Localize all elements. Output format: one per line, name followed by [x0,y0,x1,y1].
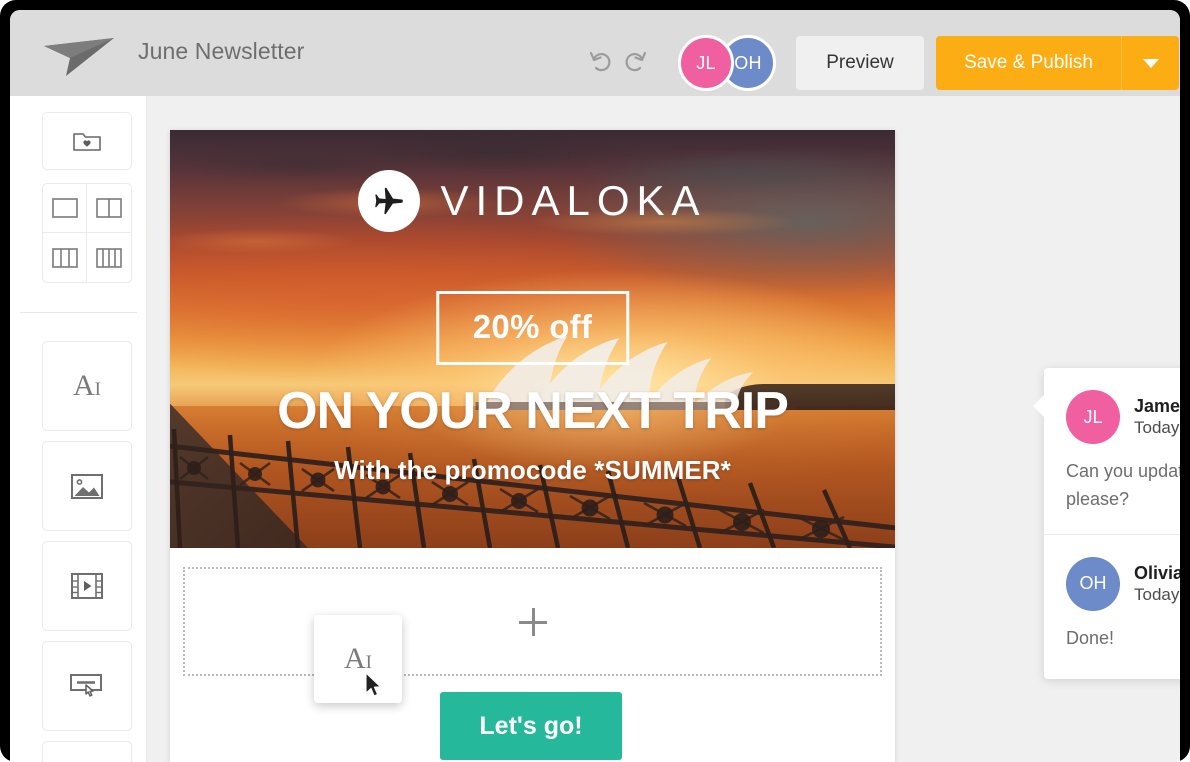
text-ai-icon: AI [73,369,101,402]
brand-name: VIDALOKA [440,177,707,224]
sidebar-item-text-block[interactable]: AI [42,341,132,431]
one-column-icon [51,198,78,218]
sidebar-divider [20,312,137,313]
layout-blocks-group [42,183,132,283]
redo-icon[interactable] [622,48,648,74]
avatar-initials: OH [1079,573,1107,594]
sidebar-item-layout-two-columns[interactable] [87,184,131,233]
comment-timestamp: Today at 5:43pm [1134,584,1180,604]
window-frame: June Newsletter JL OH Preview Save & Pub… [0,0,1190,762]
paper-plane-logo-icon[interactable] [40,32,118,76]
comment-author: James Lee [1134,396,1180,416]
three-column-icon [51,247,78,268]
page-title: June Newsletter [138,38,305,64]
comment-item[interactable]: JL James Lee Today at 5:41pm Can you upd… [1044,368,1180,534]
undo-icon[interactable] [588,48,614,74]
hero-headline[interactable]: ON YOUR NEXT TRIP [170,385,895,437]
empty-block-dropzone[interactable]: + [183,567,882,676]
comment-header: OH Olivia Harper Today at 5:43pm [1066,556,1180,611]
two-column-icon [96,198,122,218]
dragged-text-block-ghost[interactable]: AI [314,615,402,703]
image-icon [71,474,103,499]
chevron-down-icon [1142,58,1159,68]
comment-header: JL James Lee Today at 5:41pm [1066,390,1180,444]
avatar-initials: OH [734,52,762,73]
sidebar-item-button-block[interactable] [42,641,132,731]
cta-lets-go-button[interactable]: Let's go! [440,692,622,760]
app-window: June Newsletter JL OH Preview Save & Pub… [10,10,1180,762]
brand-lockup: VIDALOKA [170,170,895,232]
comment-author: Olivia Harper [1134,562,1180,583]
folder-heart-icon [73,133,101,151]
sidebar-item-saved-blocks[interactable] [42,112,132,170]
email-canvas-area: VIDALOKA 20% off ON YOUR NEXT TRIP With … [147,96,1180,762]
comment-meta: James Lee Today at 5:41pm [1134,396,1180,438]
save-publish-group: Save & Publish [936,36,1179,90]
comment-meta: Olivia Harper Today at 5:43pm [1134,563,1180,605]
four-column-icon [96,247,122,268]
button-click-icon [70,674,102,697]
hero-subline[interactable]: With the promocode *SUMMER* [170,455,895,486]
sidebar-item-layout-four-columns[interactable] [87,233,131,282]
email-document: VIDALOKA 20% off ON YOUR NEXT TRIP With … [170,130,895,762]
sidebar-item-layout-three-columns[interactable] [43,233,87,282]
discount-badge[interactable]: 20% off [435,291,630,365]
publish-dropdown-button[interactable] [1121,36,1179,90]
sidebar-item-divider-block[interactable]: Divider [42,741,132,762]
film-icon [71,573,103,599]
hero-railing [170,333,895,548]
hero-image-block[interactable]: VIDALOKA 20% off ON YOUR NEXT TRIP With … [170,130,895,548]
top-toolbar: June Newsletter JL OH Preview Save & Pub… [10,10,1180,96]
avatar-collaborator-jl[interactable]: JL [678,35,734,91]
comment-avatar[interactable]: OH [1066,556,1120,611]
comment-body: Done! [1066,627,1115,648]
comment-timestamp: Today at 5:41pm [1134,418,1180,437]
preview-button[interactable]: Preview [796,36,924,90]
comment-avatar[interactable]: JL [1066,390,1120,444]
comment-item[interactable]: OH Olivia Harper Today at 5:43pm Done! [1044,533,1180,673]
sidebar-item-image-block[interactable] [42,441,132,531]
arrow-cursor-icon [365,672,383,698]
sidebar-item-layout-one-column[interactable] [43,184,87,233]
avatar-initials: JL [696,52,716,73]
comment-body: Can you update the wording please? [1066,461,1180,509]
save-publish-button[interactable]: Save & Publish [936,36,1121,90]
text-ai-icon: AI [344,642,372,675]
avatar-initials: JL [1083,406,1103,427]
comments-panel: JL James Lee Today at 5:41pm Can you upd… [1033,368,1180,679]
sidebar-item-video-block[interactable] [42,541,132,631]
discount-badge-label: 20% off [472,308,593,345]
left-tool-sidebar: AI [10,96,147,762]
airplane-icon [358,170,421,232]
